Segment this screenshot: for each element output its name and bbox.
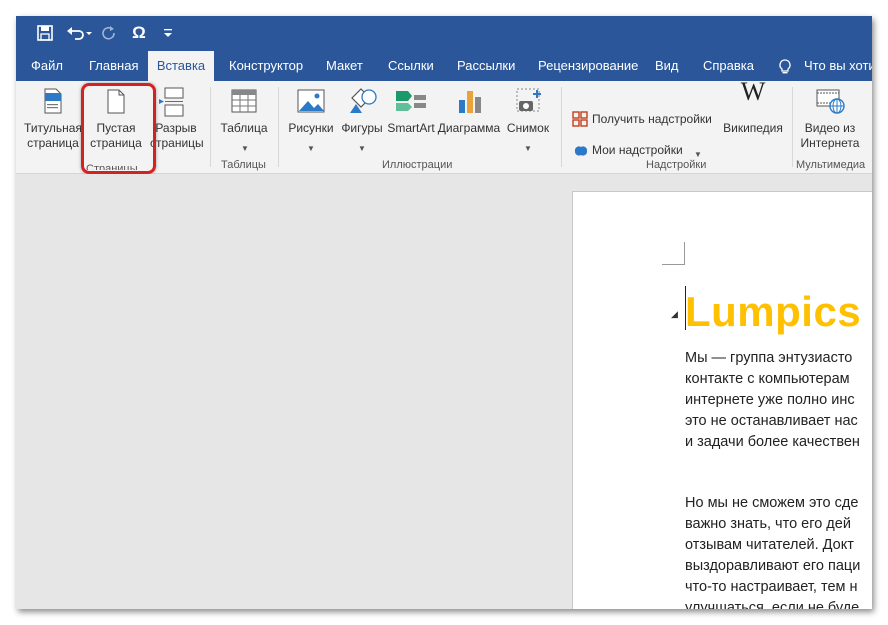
page-break-button[interactable]: Разрыв страницы	[150, 81, 204, 157]
tab-review[interactable]: Рецензирование	[538, 51, 638, 81]
tab-layout[interactable]: Макет	[326, 51, 363, 81]
table-dropdown-icon: ▼	[241, 144, 249, 153]
online-video-button[interactable]: Видео из Интернета	[794, 81, 866, 157]
tab-mailings[interactable]: Рассылки	[457, 51, 515, 81]
page-break-icon	[159, 87, 184, 117]
tab-design[interactable]: Конструктор	[229, 51, 303, 81]
group-label-media: Мультимедиа	[796, 159, 866, 171]
smartart-icon	[396, 91, 426, 111]
screenshot-icon	[516, 88, 541, 112]
redo-icon[interactable]	[101, 23, 117, 43]
ribbon-separator	[561, 87, 562, 167]
shapes-dropdown-icon: ▼	[358, 144, 366, 153]
ribbon-separator	[792, 87, 793, 167]
store-icon	[572, 111, 588, 127]
shapes-button[interactable]: Фигуры ▼	[338, 81, 386, 157]
wikipedia-label: Википедия	[723, 121, 783, 135]
group-label-tables: Таблицы	[221, 159, 266, 171]
shapes-icon	[350, 88, 377, 113]
customize-icon[interactable]	[162, 23, 174, 43]
pictures-label: Рисунки	[288, 121, 334, 135]
screenshot-dropdown-icon: ▼	[524, 144, 532, 153]
ribbon-separator	[278, 87, 279, 167]
online-video-label-2: Интернета	[800, 136, 860, 150]
tab-home[interactable]: Главная	[89, 51, 138, 81]
title-bar: Ω	[16, 16, 872, 51]
document-area: ◢ Lumpics Мы — группа энтузиасто контакт…	[16, 174, 872, 609]
group-label-addins: Надстройки	[646, 159, 707, 171]
undo-icon[interactable]	[65, 23, 93, 43]
tab-insert[interactable]: Вставка	[148, 51, 214, 81]
my-addins-icon	[574, 146, 588, 156]
paragraph-line[interactable]: и задачи более качествен	[685, 432, 860, 453]
paragraph-line[interactable]: улучшаться, если не буде	[685, 598, 859, 609]
pictures-dropdown-icon: ▼	[307, 144, 315, 153]
paragraph-line[interactable]: интернете уже полно инс	[685, 390, 855, 411]
tell-me-icon[interactable]	[778, 51, 792, 81]
get-addins-label: Получить надстройки	[592, 112, 712, 126]
ribbon-separator	[210, 87, 211, 167]
table-button[interactable]: Таблица ▼	[216, 81, 272, 157]
get-addins-button[interactable]: Получить надстройки	[570, 109, 720, 131]
chart-button[interactable]: Диаграмма	[436, 81, 502, 157]
paragraph-line[interactable]: важно знать, что его дей	[685, 514, 851, 535]
chart-icon	[459, 91, 481, 113]
save-icon[interactable]	[35, 23, 55, 43]
shapes-label: Фигуры	[341, 121, 383, 135]
wikipedia-icon: W	[740, 77, 766, 106]
smartart-label: SmartArt	[387, 121, 435, 135]
paragraph-line[interactable]: Мы — группа энтузиасто	[685, 348, 852, 369]
group-label-illustrations: Иллюстрации	[382, 159, 453, 171]
page-break-label-1: Разрыв	[155, 121, 197, 135]
symbol-icon[interactable]: Ω	[130, 23, 148, 43]
collapse-icon[interactable]: ◢	[671, 309, 678, 320]
screenshot-label: Снимок	[506, 121, 550, 135]
table-icon	[231, 89, 257, 113]
pictures-button[interactable]: Рисунки ▼	[284, 81, 338, 157]
tell-me-search[interactable]: Что вы хотит	[804, 51, 872, 81]
screenshot-button[interactable]: Снимок ▼	[503, 81, 553, 157]
paragraph-line[interactable]: это не останавливает нас	[685, 411, 858, 432]
tab-view[interactable]: Вид	[655, 51, 679, 81]
highlight-frame	[81, 83, 156, 174]
document-heading[interactable]: Lumpics	[685, 288, 861, 336]
tab-file[interactable]: Файл	[31, 51, 63, 81]
table-label: Таблица	[220, 121, 268, 135]
cover-page-icon	[44, 88, 62, 114]
cover-page-label-2: страница	[27, 136, 79, 150]
smartart-button[interactable]: SmartArt	[386, 81, 436, 157]
paragraph-line[interactable]: отзывам читателей. Докт	[685, 535, 854, 556]
tab-references[interactable]: Ссылки	[388, 51, 434, 81]
cover-page-button[interactable]: Титульная страница	[22, 81, 84, 157]
page-break-label-2: страницы	[150, 136, 204, 150]
pictures-icon	[297, 89, 325, 113]
paragraph-line[interactable]: контакте с компьютерам	[685, 369, 850, 390]
margin-corner-mark	[662, 242, 685, 265]
cover-page-label-1: Титульная	[24, 121, 82, 135]
my-addins-label: Мои надстройки	[592, 143, 683, 157]
wikipedia-button[interactable]: W Википедия	[718, 77, 788, 157]
paragraph-line[interactable]: что-то настраивает, тем н	[685, 577, 858, 598]
online-video-label-1: Видео из	[804, 121, 856, 135]
word-window: Ω Файл Главная Вставка Конструктор Макет…	[16, 16, 872, 609]
document-page: ◢ Lumpics Мы — группа энтузиасто контакт…	[572, 191, 872, 609]
paragraph-line[interactable]: выздоравливают его паци	[685, 556, 860, 577]
chart-label: Диаграмма	[437, 121, 501, 135]
online-video-icon	[816, 89, 845, 114]
paragraph-line[interactable]: Но мы не сможем это сде	[685, 493, 858, 514]
